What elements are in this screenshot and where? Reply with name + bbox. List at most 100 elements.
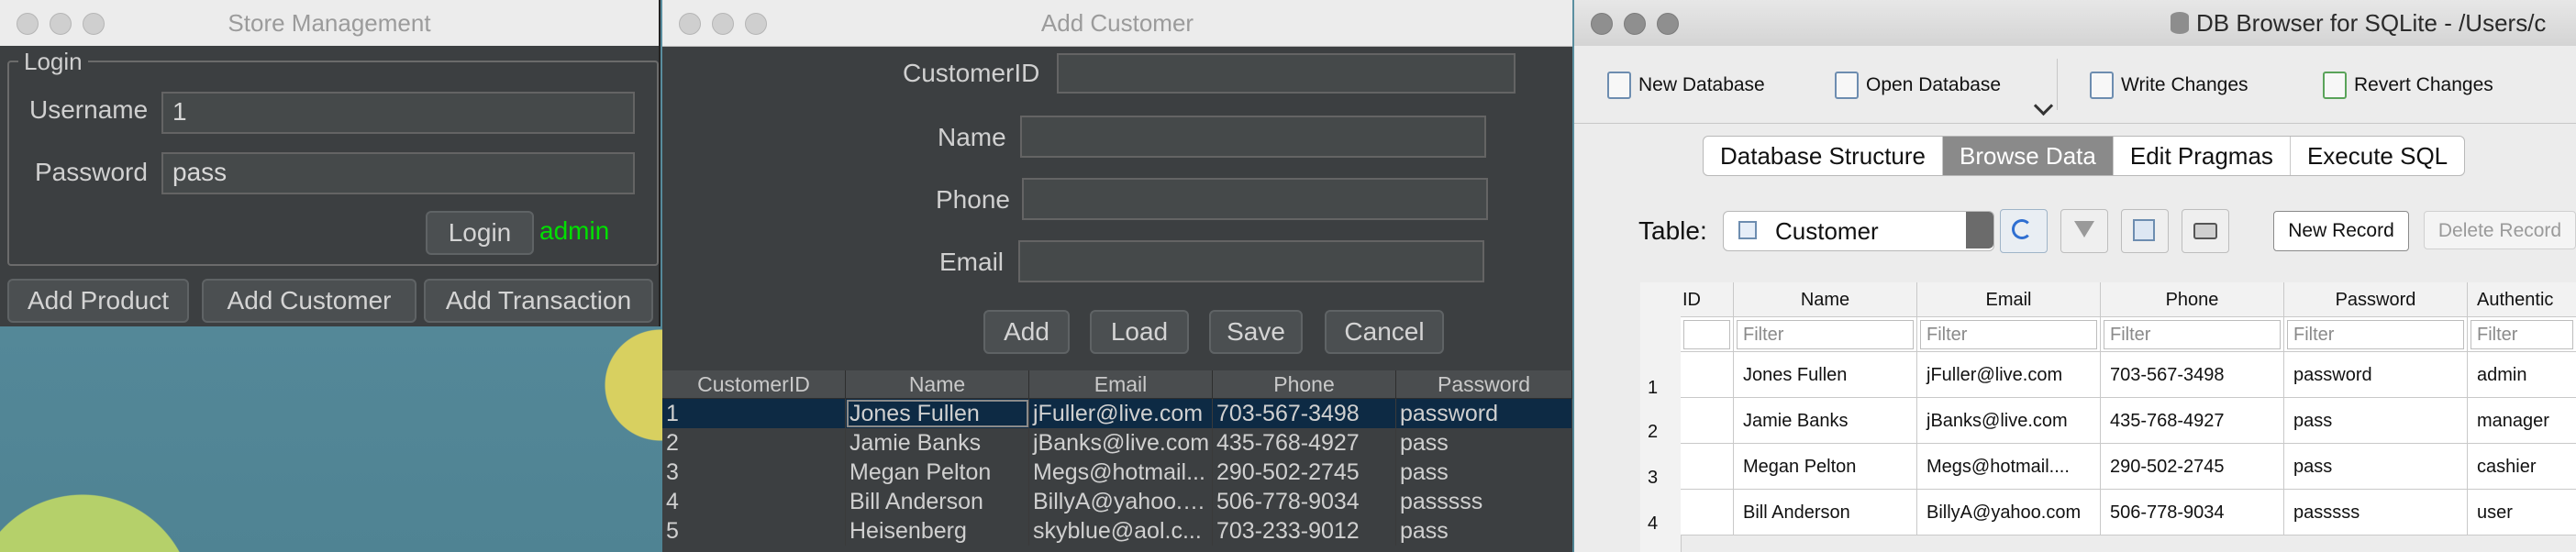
table-row[interactable]: 4 Bill Anderson BillyA@yahoo.c... 506-77… [662, 487, 1572, 516]
close-window-button[interactable] [679, 13, 701, 35]
cell-password[interactable]: pass [1396, 516, 1572, 546]
cell-password[interactable]: pass [1396, 458, 1572, 487]
cell-password[interactable]: passsss [2284, 490, 2468, 535]
cell-phone[interactable]: 703-567-3498 [2101, 352, 2284, 398]
cell-authentication[interactable]: admin [2468, 352, 2576, 398]
row-number[interactable]: 1 [1640, 378, 1681, 399]
cell-phone[interactable]: 290-502-2745 [1213, 458, 1396, 487]
cell-email[interactable]: Megs@hotmail.... [1917, 444, 2101, 490]
cell-id[interactable] [1681, 398, 1734, 444]
table-row[interactable]: Megan Pelton Megs@hotmail.... 290-502-27… [1681, 444, 2576, 490]
customerid-input[interactable] [1057, 53, 1516, 94]
column-header-id[interactable]: ID [1681, 282, 1734, 317]
print-button[interactable] [2182, 209, 2229, 253]
table-row[interactable]: Bill Anderson BillyA@yahoo.com 506-778-9… [1681, 490, 2576, 535]
minimize-window-button[interactable] [712, 13, 734, 35]
cell-customerid[interactable]: 2 [662, 428, 846, 458]
table-row[interactable]: 1 Jones Fullen jFuller@live.com 703-567-… [662, 399, 1572, 428]
column-header-name[interactable]: Name [1734, 282, 1917, 317]
cancel-button[interactable]: Cancel [1325, 310, 1444, 354]
column-header-phone[interactable]: Phone [2101, 282, 2284, 317]
tab-execute-sql[interactable]: Execute SQL [2291, 137, 2464, 175]
table-row[interactable]: Jones Fullen jFuller@live.com 703-567-34… [1681, 352, 2576, 398]
revert-changes-button[interactable]: Revert Changes [2323, 64, 2493, 106]
column-header-password[interactable]: Password [2284, 282, 2468, 317]
name-input[interactable] [1020, 116, 1486, 158]
minimize-window-button[interactable] [1624, 13, 1646, 35]
cell-customerid[interactable]: 3 [662, 458, 846, 487]
column-header-email[interactable]: Email [1917, 282, 2101, 317]
username-input[interactable]: 1 [161, 92, 635, 134]
cell-email[interactable]: Megs@hotmail... [1029, 458, 1213, 487]
customer-table[interactable]: CustomerID Name Email Phone Password 1 J… [662, 370, 1572, 546]
cell-password[interactable]: pass [2284, 398, 2468, 444]
close-window-button[interactable] [17, 13, 39, 35]
table-row[interactable]: Jamie Banks jBanks@live.com 435-768-4927… [1681, 398, 2576, 444]
cell-email[interactable]: BillyA@yahoo.com [1917, 490, 2101, 535]
cell-authentication[interactable]: manager [2468, 398, 2576, 444]
new-database-button[interactable]: New Database [1607, 64, 1765, 106]
cell-customerid[interactable]: 1 [662, 399, 846, 428]
delete-record-button[interactable]: Delete Record [2424, 211, 2576, 249]
table-row[interactable]: 2 Jamie Banks jBanks@live.com 435-768-49… [662, 428, 1572, 458]
cell-name[interactable]: Megan Pelton [1734, 444, 1917, 490]
filter-authentication-input[interactable]: Filter [2471, 320, 2573, 349]
cell-phone[interactable]: 703-567-3498 [1213, 399, 1396, 428]
cell-name[interactable]: Jamie Banks [846, 428, 1029, 458]
zoom-window-button[interactable] [745, 13, 767, 35]
cell-name[interactable]: Heisenberg [846, 516, 1029, 546]
cell-phone[interactable]: 506-778-9034 [2101, 490, 2284, 535]
toolbar-overflow-chevron-icon[interactable] [2033, 95, 2054, 116]
row-number[interactable]: 3 [1640, 468, 1681, 489]
cell-id[interactable] [1681, 352, 1734, 398]
write-changes-button[interactable]: Write Changes [2090, 64, 2248, 106]
add-button[interactable]: Add [983, 310, 1070, 354]
table-select[interactable]: Customer [1723, 211, 1994, 251]
cell-phone[interactable]: 435-768-4927 [2101, 398, 2284, 444]
column-header-customerid[interactable]: CustomerID [662, 370, 846, 398]
row-number[interactable]: 4 [1640, 513, 1681, 535]
cell-authentication[interactable]: cashier [2468, 444, 2576, 490]
cell-email[interactable]: BillyA@yahoo.c... [1029, 487, 1213, 516]
cell-name[interactable]: Jones Fullen [846, 399, 1029, 428]
cell-password[interactable]: passsss [1396, 487, 1572, 516]
cell-password[interactable]: password [2284, 352, 2468, 398]
cell-password[interactable]: pass [2284, 444, 2468, 490]
cell-phone[interactable]: 435-768-4927 [1213, 428, 1396, 458]
column-header-email[interactable]: Email [1029, 370, 1213, 398]
zoom-window-button[interactable] [1657, 13, 1679, 35]
save-button[interactable]: Save [1209, 310, 1303, 354]
cell-email[interactable]: jFuller@live.com [1029, 399, 1213, 428]
filter-password-input[interactable]: Filter [2287, 320, 2464, 349]
load-button[interactable]: Load [1090, 310, 1189, 354]
cell-name[interactable]: Bill Anderson [846, 487, 1029, 516]
cell-name[interactable]: Jones Fullen [1734, 352, 1917, 398]
add-product-button[interactable]: Add Product [7, 279, 189, 323]
phone-input[interactable] [1022, 178, 1488, 220]
add-transaction-button[interactable]: Add Transaction [424, 279, 653, 323]
row-number[interactable]: 2 [1640, 422, 1681, 443]
tab-database-structure[interactable]: Database Structure [1704, 137, 1944, 175]
filter-phone-input[interactable]: Filter [2104, 320, 2281, 349]
zoom-window-button[interactable] [83, 13, 105, 35]
login-button[interactable]: Login [426, 211, 534, 255]
cell-password[interactable]: password [1396, 399, 1572, 428]
clear-filters-button[interactable] [2060, 209, 2108, 253]
cell-customerid[interactable]: 4 [662, 487, 846, 516]
browse-data-grid[interactable]: ID Name Email Phone Password Authentic F… [1681, 282, 2576, 535]
filter-id-input[interactable] [1683, 320, 1730, 349]
cell-email[interactable]: jBanks@live.com [1029, 428, 1213, 458]
cell-email[interactable]: jFuller@live.com [1917, 352, 2101, 398]
cell-id[interactable] [1681, 490, 1734, 535]
cell-phone[interactable]: 506-778-9034 [1213, 487, 1396, 516]
cell-id[interactable] [1681, 444, 1734, 490]
cell-phone[interactable]: 703-233-9012 [1213, 516, 1396, 546]
new-record-button[interactable]: New Record [2273, 211, 2409, 251]
email-input[interactable] [1018, 240, 1484, 282]
column-header-phone[interactable]: Phone [1213, 370, 1396, 398]
cell-name[interactable]: Bill Anderson [1734, 490, 1917, 535]
refresh-button[interactable] [2000, 209, 2048, 253]
column-header-name[interactable]: Name [846, 370, 1029, 398]
tab-browse-data[interactable]: Browse Data [1943, 137, 2114, 175]
open-database-button[interactable]: Open Database [1835, 64, 2001, 106]
